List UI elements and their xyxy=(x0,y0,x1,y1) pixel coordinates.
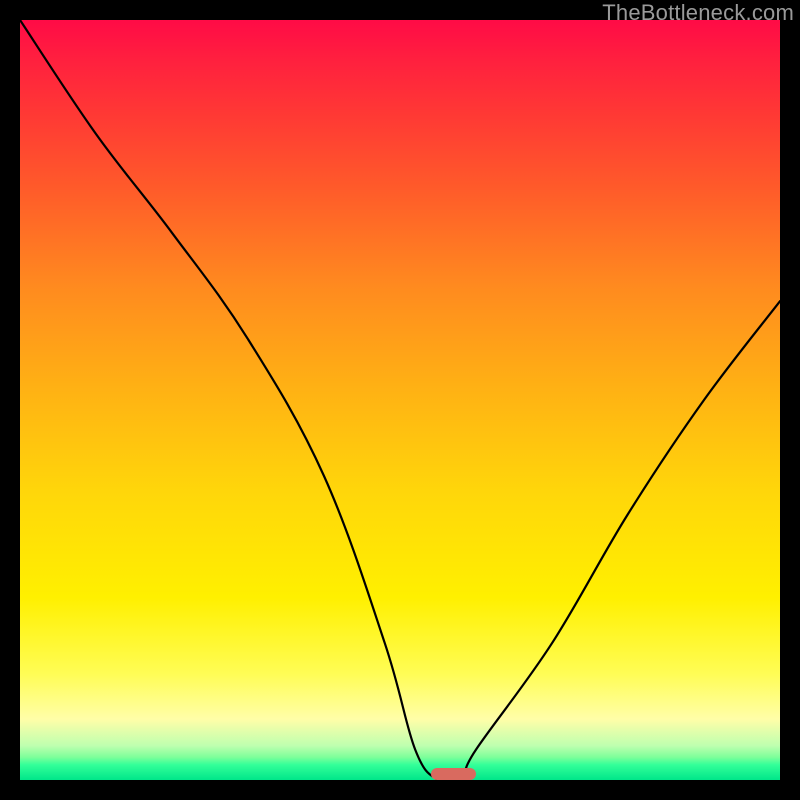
plot-area xyxy=(20,20,780,780)
bottleneck-curve xyxy=(20,20,780,780)
watermark-text: TheBottleneck.com xyxy=(602,0,794,26)
chart-frame: TheBottleneck.com xyxy=(0,0,800,800)
curve-path xyxy=(20,20,780,780)
optimal-marker xyxy=(431,768,476,780)
